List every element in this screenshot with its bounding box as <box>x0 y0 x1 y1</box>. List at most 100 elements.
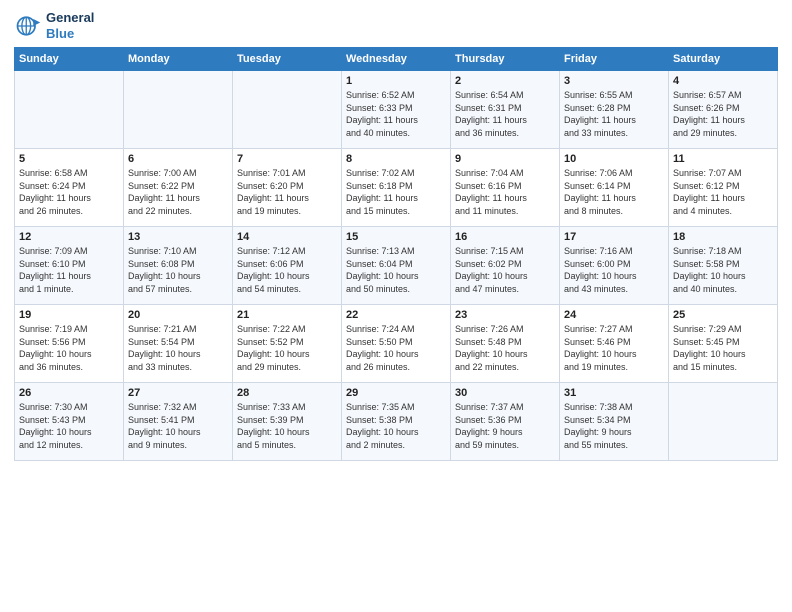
day-number: 10 <box>564 153 664 165</box>
calendar-cell: 30 Sunrise: 7:37 AM Sunset: 5:36 PM Dayli… <box>451 383 560 461</box>
day-info: Sunrise: 7:12 AM Sunset: 6:06 PM Dayligh… <box>237 245 337 295</box>
day-number: 27 <box>128 387 228 399</box>
header-row: SundayMondayTuesdayWednesdayThursdayFrid… <box>15 48 778 71</box>
calendar-cell: 16 Sunrise: 7:15 AM Sunset: 6:02 PM Dayli… <box>451 227 560 305</box>
calendar-cell: 11 Sunrise: 7:07 AM Sunset: 6:12 PM Dayli… <box>669 149 778 227</box>
calendar-cell: 5 Sunrise: 6:58 AM Sunset: 6:24 PM Daylig… <box>15 149 124 227</box>
calendar-cell: 25 Sunrise: 7:29 AM Sunset: 5:45 PM Dayli… <box>669 305 778 383</box>
header-day-thursday: Thursday <box>451 48 560 71</box>
day-number: 4 <box>673 75 773 87</box>
day-info: Sunrise: 7:24 AM Sunset: 5:50 PM Dayligh… <box>346 323 446 373</box>
calendar-cell: 6Sunrise: 7:00 AM Sunset: 6:22 PM Daylig… <box>124 149 233 227</box>
day-number: 29 <box>346 387 446 399</box>
day-number: 2 <box>455 75 555 87</box>
calendar-cell: 3Sunrise: 6:55 AM Sunset: 6:28 PM Daylig… <box>560 71 669 149</box>
calendar-cell: 24Sunrise: 7:27 AM Sunset: 5:46 PM Dayli… <box>560 305 669 383</box>
day-info: Sunrise: 6:58 AM Sunset: 6:24 PM Dayligh… <box>19 167 119 217</box>
page-container: General Blue SundayMondayTuesdayWednesda… <box>0 0 792 471</box>
day-info: Sunrise: 7:18 AM Sunset: 5:58 PM Dayligh… <box>673 245 773 295</box>
day-info: Sunrise: 7:15 AM Sunset: 6:02 PM Dayligh… <box>455 245 555 295</box>
day-number: 9 <box>455 153 555 165</box>
day-number: 25 <box>673 309 773 321</box>
day-info: Sunrise: 7:04 AM Sunset: 6:16 PM Dayligh… <box>455 167 555 217</box>
day-number: 18 <box>673 231 773 243</box>
calendar-cell: 12 Sunrise: 7:09 AM Sunset: 6:10 PM Dayli… <box>15 227 124 305</box>
day-info: Sunrise: 7:06 AM Sunset: 6:14 PM Dayligh… <box>564 167 664 217</box>
calendar-cell: 2 Sunrise: 6:54 AM Sunset: 6:31 PM Daylig… <box>451 71 560 149</box>
day-number: 6 <box>128 153 228 165</box>
week-row-1: 1 Sunrise: 6:52 AM Sunset: 6:33 PM Daylig… <box>15 71 778 149</box>
day-info: Sunrise: 7:29 AM Sunset: 5:45 PM Dayligh… <box>673 323 773 373</box>
logo: General Blue <box>14 10 94 41</box>
calendar-cell: 14Sunrise: 7:12 AM Sunset: 6:06 PM Dayli… <box>233 227 342 305</box>
day-info: Sunrise: 7:07 AM Sunset: 6:12 PM Dayligh… <box>673 167 773 217</box>
day-number: 20 <box>128 309 228 321</box>
day-number: 22 <box>346 309 446 321</box>
calendar-cell <box>15 71 124 149</box>
day-info: Sunrise: 7:09 AM Sunset: 6:10 PM Dayligh… <box>19 245 119 295</box>
calendar-cell: 20 Sunrise: 7:21 AM Sunset: 5:54 PM Dayli… <box>124 305 233 383</box>
day-info: Sunrise: 7:02 AM Sunset: 6:18 PM Dayligh… <box>346 167 446 217</box>
day-number: 30 <box>455 387 555 399</box>
calendar-cell: 29 Sunrise: 7:35 AM Sunset: 5:38 PM Dayli… <box>342 383 451 461</box>
calendar-cell: 27 Sunrise: 7:32 AM Sunset: 5:41 PM Dayli… <box>124 383 233 461</box>
logo-icon <box>14 12 42 40</box>
day-info: Sunrise: 7:38 AM Sunset: 5:34 PM Dayligh… <box>564 401 664 451</box>
calendar-cell: 15 Sunrise: 7:13 AM Sunset: 6:04 PM Dayli… <box>342 227 451 305</box>
calendar-table: SundayMondayTuesdayWednesdayThursdayFrid… <box>14 47 778 461</box>
day-number: 24 <box>564 309 664 321</box>
day-number: 17 <box>564 231 664 243</box>
header-day-saturday: Saturday <box>669 48 778 71</box>
day-info: Sunrise: 7:21 AM Sunset: 5:54 PM Dayligh… <box>128 323 228 373</box>
header-day-tuesday: Tuesday <box>233 48 342 71</box>
week-row-5: 26Sunrise: 7:30 AM Sunset: 5:43 PM Dayli… <box>15 383 778 461</box>
header-day-monday: Monday <box>124 48 233 71</box>
day-number: 12 <box>19 231 119 243</box>
day-info: Sunrise: 6:54 AM Sunset: 6:31 PM Dayligh… <box>455 89 555 139</box>
day-info: Sunrise: 6:57 AM Sunset: 6:26 PM Dayligh… <box>673 89 773 139</box>
day-info: Sunrise: 7:30 AM Sunset: 5:43 PM Dayligh… <box>19 401 119 451</box>
day-number: 11 <box>673 153 773 165</box>
day-info: Sunrise: 7:26 AM Sunset: 5:48 PM Dayligh… <box>455 323 555 373</box>
day-number: 16 <box>455 231 555 243</box>
day-number: 21 <box>237 309 337 321</box>
day-info: Sunrise: 7:32 AM Sunset: 5:41 PM Dayligh… <box>128 401 228 451</box>
calendar-cell: 17 Sunrise: 7:16 AM Sunset: 6:00 PM Dayli… <box>560 227 669 305</box>
week-row-3: 12 Sunrise: 7:09 AM Sunset: 6:10 PM Dayli… <box>15 227 778 305</box>
day-info: Sunrise: 7:10 AM Sunset: 6:08 PM Dayligh… <box>128 245 228 295</box>
day-number: 15 <box>346 231 446 243</box>
header: General Blue <box>14 10 778 41</box>
calendar-cell: 23 Sunrise: 7:26 AM Sunset: 5:48 PM Dayli… <box>451 305 560 383</box>
header-day-sunday: Sunday <box>15 48 124 71</box>
week-row-4: 19 Sunrise: 7:19 AM Sunset: 5:56 PM Dayli… <box>15 305 778 383</box>
calendar-cell: 13Sunrise: 7:10 AM Sunset: 6:08 PM Dayli… <box>124 227 233 305</box>
day-info: Sunrise: 7:01 AM Sunset: 6:20 PM Dayligh… <box>237 167 337 217</box>
calendar-cell: 21Sunrise: 7:22 AM Sunset: 5:52 PM Dayli… <box>233 305 342 383</box>
day-info: Sunrise: 7:13 AM Sunset: 6:04 PM Dayligh… <box>346 245 446 295</box>
day-number: 31 <box>564 387 664 399</box>
day-info: Sunrise: 6:52 AM Sunset: 6:33 PM Dayligh… <box>346 89 446 139</box>
calendar-cell: 19 Sunrise: 7:19 AM Sunset: 5:56 PM Dayli… <box>15 305 124 383</box>
day-info: Sunrise: 7:33 AM Sunset: 5:39 PM Dayligh… <box>237 401 337 451</box>
day-number: 28 <box>237 387 337 399</box>
day-number: 1 <box>346 75 446 87</box>
calendar-cell: 4 Sunrise: 6:57 AM Sunset: 6:26 PM Daylig… <box>669 71 778 149</box>
calendar-cell: 26Sunrise: 7:30 AM Sunset: 5:43 PM Dayli… <box>15 383 124 461</box>
day-number: 19 <box>19 309 119 321</box>
calendar-cell: 9 Sunrise: 7:04 AM Sunset: 6:16 PM Daylig… <box>451 149 560 227</box>
day-number: 23 <box>455 309 555 321</box>
day-info: Sunrise: 7:19 AM Sunset: 5:56 PM Dayligh… <box>19 323 119 373</box>
calendar-cell: 7Sunrise: 7:01 AM Sunset: 6:20 PM Daylig… <box>233 149 342 227</box>
day-number: 3 <box>564 75 664 87</box>
logo-text: General Blue <box>46 10 94 41</box>
calendar-cell: 18 Sunrise: 7:18 AM Sunset: 5:58 PM Dayli… <box>669 227 778 305</box>
calendar-cell <box>233 71 342 149</box>
calendar-cell <box>124 71 233 149</box>
calendar-body: 1 Sunrise: 6:52 AM Sunset: 6:33 PM Daylig… <box>15 71 778 461</box>
day-info: Sunrise: 7:35 AM Sunset: 5:38 PM Dayligh… <box>346 401 446 451</box>
day-info: Sunrise: 7:16 AM Sunset: 6:00 PM Dayligh… <box>564 245 664 295</box>
header-day-wednesday: Wednesday <box>342 48 451 71</box>
day-number: 5 <box>19 153 119 165</box>
day-number: 8 <box>346 153 446 165</box>
day-info: Sunrise: 7:37 AM Sunset: 5:36 PM Dayligh… <box>455 401 555 451</box>
